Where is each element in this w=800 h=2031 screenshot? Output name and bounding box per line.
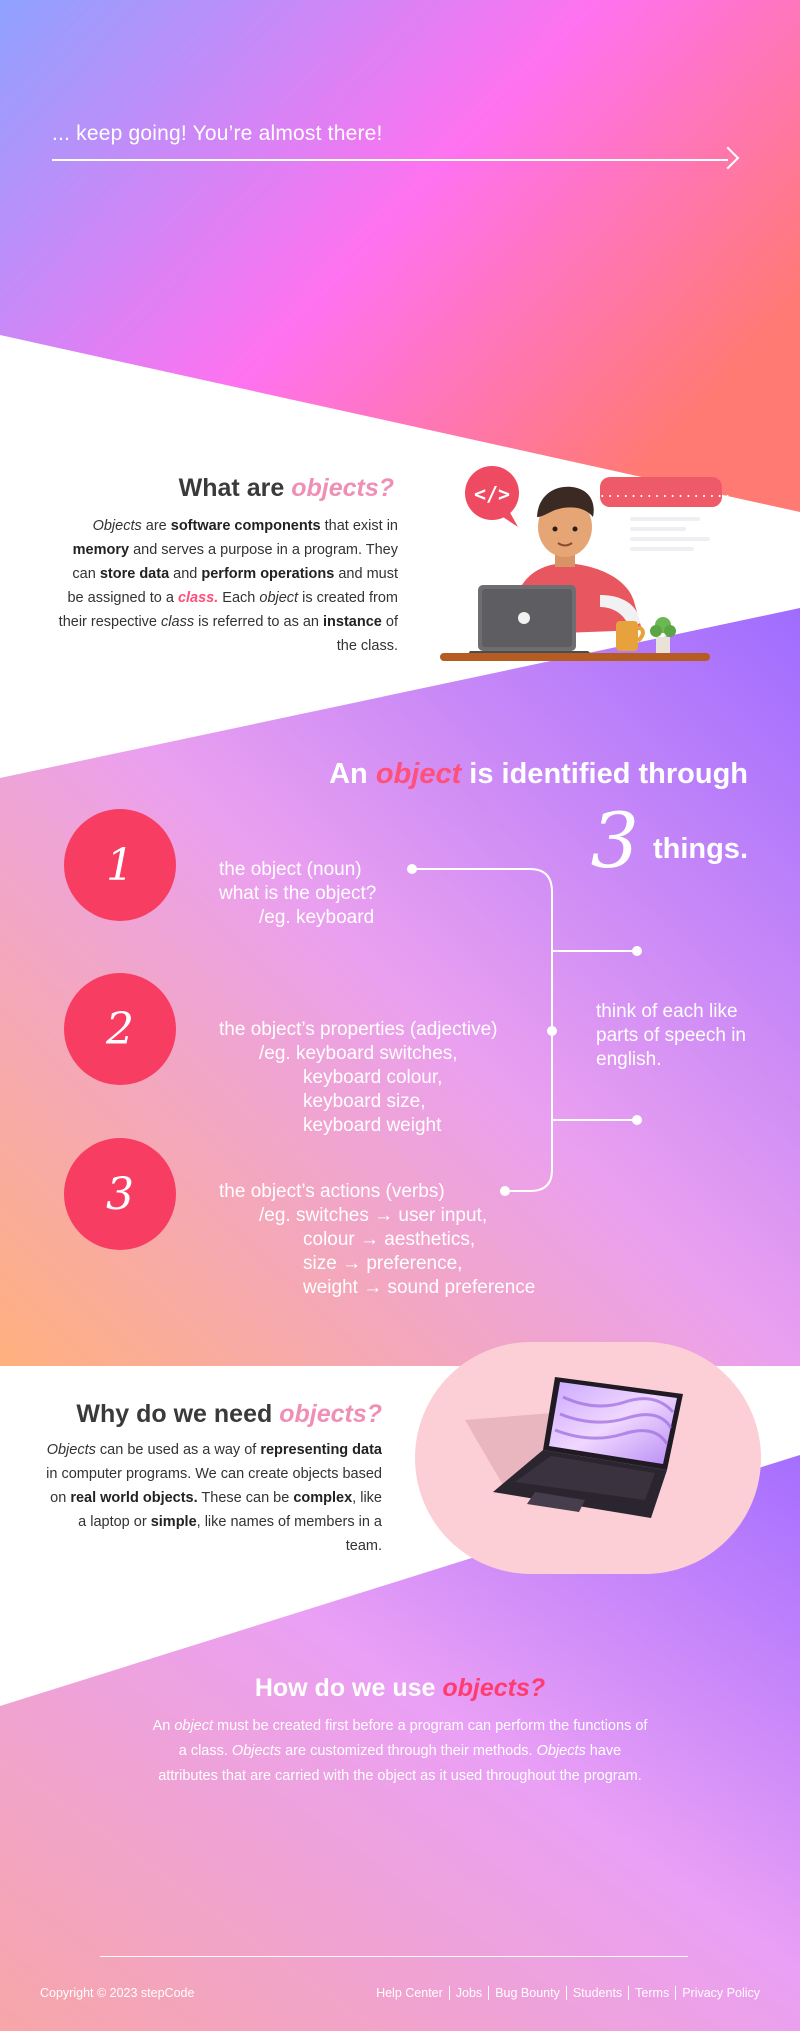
rich-text-run: object [259,590,299,606]
rich-text-run: class [161,614,195,630]
rich-text-run: Each [218,590,260,606]
copyright: Copyright © 2023 stepCode [40,1986,195,2000]
how-title-prefix: How do we use [254,1674,436,1702]
identified-title-prefix: An [329,758,368,790]
what-title-emphasis: objects? [291,474,394,502]
code-bubble-text: </> [474,482,510,506]
progress-message: ... keep going! You’re almost there! [52,122,383,145]
how-title-emphasis: objects? [442,1674,546,1702]
item-3-line: /eg. switches → user input, [259,1205,488,1226]
footer-link-jobs[interactable]: Jobs [448,1986,488,2000]
rich-text-run: and [169,566,202,582]
what-body: Objects are software components that exi… [53,514,398,658]
rich-text-run: real world objects. [70,1490,198,1506]
rich-text-run: perform operations [201,566,335,582]
footer-links: Help Center Jobs Bug Bounty Students Ter… [370,1986,766,2000]
item-1-line: /eg. keyboard [259,907,375,928]
rich-text-run: that exist in [320,518,398,534]
footer-link-bug-bounty[interactable]: Bug Bounty [488,1986,566,2000]
rich-text-run: software components [170,518,321,534]
footer-link-help-center[interactable]: Help Center [370,1986,449,2000]
rich-text-run: class. [177,590,219,606]
rich-text-run: These can be [197,1490,294,1506]
rich-text-run: simple [150,1514,197,1530]
rich-text-run: Objects [231,1743,282,1759]
rich-text-run: representing data [260,1442,382,1458]
rich-text-run: memory [72,542,130,558]
rich-text-run: store data [99,566,170,582]
developer-illustration: </> {..................} [440,466,730,661]
why-body: Objects can be used as a way of represen… [42,1438,382,1558]
item-3-line: size → preference, [303,1253,463,1274]
footer-link-privacy-policy[interactable]: Privacy Policy [675,1986,766,2000]
item-3-line: colour → aesthetics, [303,1229,476,1250]
rich-text-run: Objects [46,1442,96,1458]
rich-text-run: instance [323,614,382,630]
rich-text-run: Objects [536,1743,586,1759]
footer-link-students[interactable]: Students [565,1986,628,2000]
rich-text-run: An [152,1718,175,1734]
rich-text-run: can be used as a way of [95,1442,261,1458]
item-3-line: weight → sound preference [303,1277,536,1298]
step-circle-2: 2 [64,973,176,1085]
item-1-text: the object (noun) what is the object? /e… [219,858,376,930]
identified-count-word: things. [652,832,748,865]
rich-text-run: is referred to as an [194,614,324,630]
footer-link-terms[interactable]: Terms [628,1986,675,2000]
braces-bubble-icon: {..................} [583,477,730,507]
rich-text-run: , like names of members in a team. [196,1514,382,1554]
identified-title: An object is identified through [329,758,748,791]
identified-title-emphasis: object [375,758,462,790]
braces-bubble-text: {..................} [583,486,730,501]
how-title: How do we use objects? [0,1674,800,1703]
laptop-icon [465,1377,683,1518]
why-title-prefix: Why do we need [76,1400,273,1428]
progress-line [52,159,728,161]
rich-text-run: are customized through their methods. [281,1743,537,1759]
why-title-emphasis: objects? [279,1400,382,1428]
code-bubble-icon: </> [465,466,519,527]
rich-text-run: complex [293,1490,353,1506]
rich-text-run: object [174,1718,214,1734]
rich-text-run: Objects [92,518,142,534]
what-title-prefix: What are [178,474,285,502]
item-1-line: what is the object? [219,883,377,904]
what-title: What are objects? [179,474,394,503]
laptop-photo [415,1342,761,1574]
footer-divider [100,1956,688,1957]
how-body: An object must be created first before a… [150,1714,650,1789]
step-circle-3: 3 [64,1138,176,1250]
step-circle-1: 1 [64,809,176,921]
rich-text-run: are [141,518,171,534]
why-title: Why do we need objects? [76,1400,382,1429]
identified-title-suffix: is identified through [469,758,748,790]
item-1-line: the object (noun) [219,859,362,880]
parts-of-speech-note: think of each like parts of speech in en… [596,1001,746,1070]
